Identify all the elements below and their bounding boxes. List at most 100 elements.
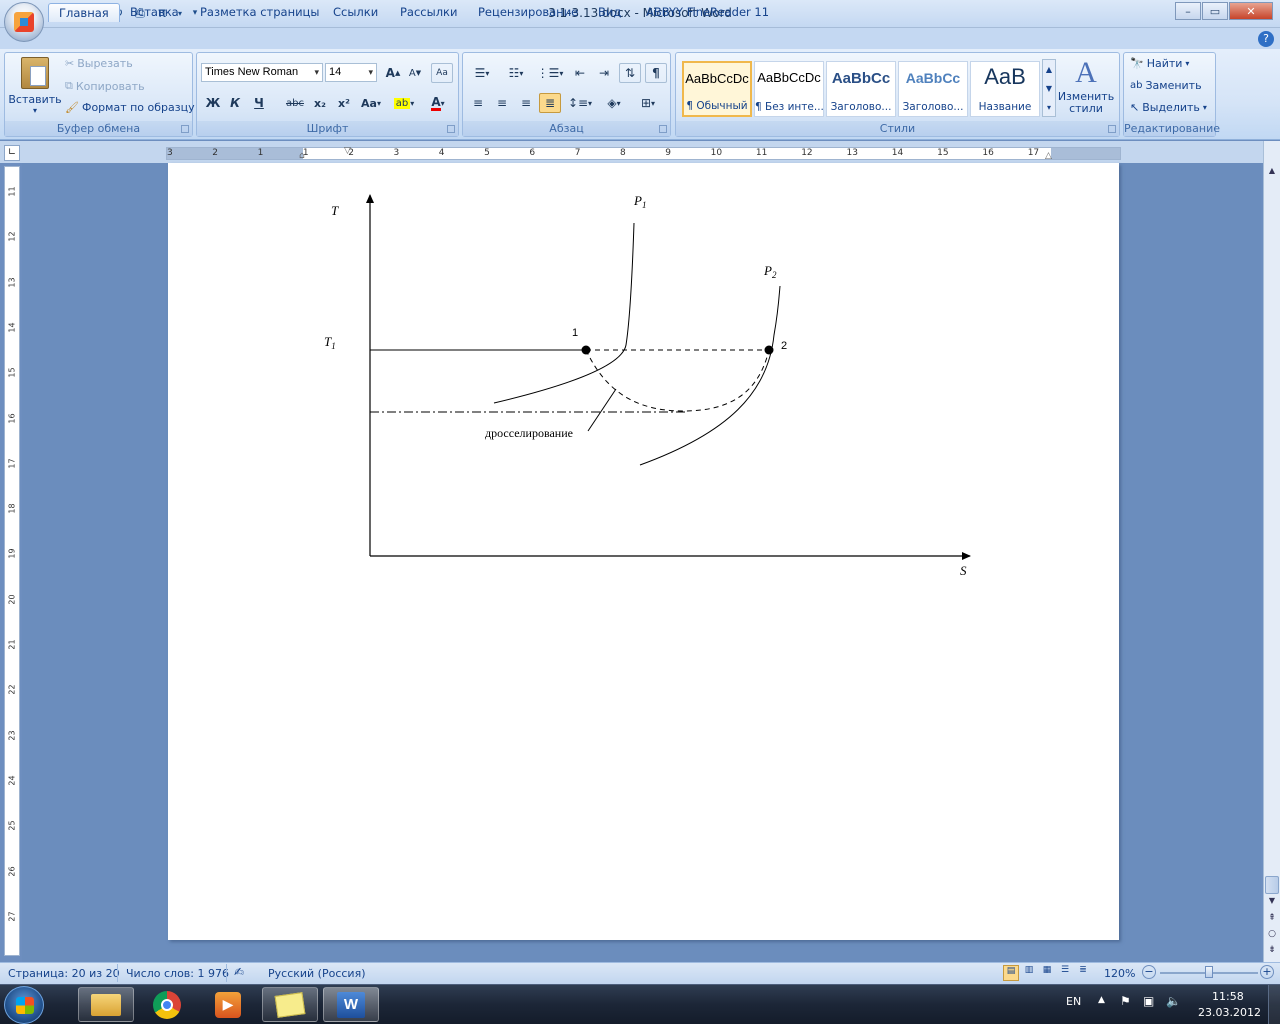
taskbar-word[interactable]: W [323, 987, 379, 1022]
underline-button[interactable]: Ч [249, 93, 269, 113]
cut-button[interactable]: ✂ Вырезать [65, 57, 133, 70]
next-page-icon[interactable]: ⇟ [1265, 945, 1279, 959]
left-indent-marker[interactable]: ⌂ [299, 151, 305, 161]
clock-date[interactable]: 23.03.2012 [1198, 1006, 1261, 1019]
subscript-button[interactable]: x₂ [309, 93, 331, 113]
styles-dialog-launcher[interactable] [1108, 125, 1116, 133]
styles-scroll[interactable]: ▲ ▼ ▾ [1042, 59, 1056, 117]
taskbar-sticky-notes[interactable] [262, 987, 318, 1022]
scroll-thumb[interactable] [1265, 876, 1279, 894]
change-styles-button[interactable]: A Изменить стили [1058, 55, 1114, 119]
show-hidden-icons[interactable]: ▲ [1098, 995, 1105, 1005]
font-dialog-launcher[interactable] [447, 125, 455, 133]
draft-icon[interactable]: ≣ [1075, 965, 1091, 981]
tab-view[interactable]: Вид [588, 3, 631, 22]
outline-icon[interactable]: ☰ [1057, 965, 1073, 981]
increase-indent-icon[interactable]: ⇥ [593, 63, 615, 83]
clock-time[interactable]: 11:58 [1212, 990, 1244, 1003]
select-button[interactable]: ↖ Выделить ▾ [1130, 101, 1207, 114]
tab-home[interactable]: Главная [48, 3, 120, 22]
tab-abbyy[interactable]: ABBYY FineReader 11 [636, 3, 779, 22]
right-indent-marker[interactable]: △ [1045, 151, 1052, 161]
print-layout-icon[interactable]: ▤ [1003, 965, 1019, 981]
grow-font-button[interactable]: A ▲ [383, 63, 403, 83]
vertical-ruler[interactable]: 11 12 13 14 15 16 17 18 19 20 21 22 23 24 25 26 27 [4, 166, 20, 956]
horizontal-ruler[interactable]: 3 2 1 1 2 3 4 5 6 7 8 9 10 11 12 13 14 15 16 17 [166, 147, 1121, 160]
scroll-up-icon[interactable]: ▲ [1265, 166, 1279, 180]
justify-icon[interactable]: ≣ [539, 93, 561, 113]
find-button[interactable]: 🔭 Найти ▾ [1130, 57, 1189, 70]
language-indicator[interactable]: EN [1066, 995, 1081, 1008]
taskbar-chrome[interactable] [139, 987, 195, 1022]
maximize-button[interactable]: ▭ [1202, 2, 1228, 20]
decrease-indent-icon[interactable]: ⇤ [569, 63, 591, 83]
style-title[interactable]: AaB Название [970, 61, 1040, 117]
word-count[interactable]: Число слов: 1 976 [126, 967, 229, 980]
tab-page-layout[interactable]: Разметка страницы [190, 3, 329, 22]
style-no-spacing[interactable]: AaBbCcDc ¶ Без инте... [754, 61, 824, 117]
bullets-icon[interactable]: ☰ ▾ [467, 63, 497, 83]
tab-mailings[interactable]: Рассылки [390, 3, 467, 22]
zoom-out-icon[interactable]: − [1142, 965, 1156, 979]
superscript-button[interactable]: x² [333, 93, 355, 113]
borders-icon[interactable]: ⊞ ▾ [633, 93, 663, 113]
replace-button[interactable]: ab Заменить [1130, 79, 1202, 92]
tab-references[interactable]: Ссылки [323, 3, 388, 22]
align-right-icon[interactable]: ≡ [515, 93, 537, 113]
format-painter-button[interactable]: 🖌 Формат по образцу [65, 101, 195, 114]
font-color-button[interactable]: A ▾ [423, 93, 453, 113]
browse-object-icon[interactable]: ○ [1265, 929, 1279, 943]
align-center-icon[interactable]: ≡ [491, 93, 513, 113]
document-page[interactable]: T S T1 P1 P2 1 2 дросселирование [168, 163, 1119, 940]
clear-format-icon[interactable]: Aa [431, 63, 453, 83]
volume-icon[interactable]: 🔈 [1166, 994, 1181, 1008]
highlight-button[interactable]: ab ▾ [389, 93, 419, 113]
show-marks-icon[interactable]: ¶ [645, 63, 667, 83]
web-layout-icon[interactable]: ▦ [1039, 965, 1055, 981]
zoom-level[interactable]: 120% [1104, 967, 1135, 980]
align-left-icon[interactable]: ≡ [467, 93, 489, 113]
full-screen-reading-icon[interactable]: ▥ [1021, 965, 1037, 981]
proofing-icon[interactable]: ✍ [234, 965, 244, 979]
style-heading-1[interactable]: AaBbCc Заголово... [826, 61, 896, 117]
taskbar-explorer[interactable] [78, 987, 134, 1022]
copy-button[interactable]: ⧉ Копировать [65, 79, 145, 93]
shrink-font-button[interactable]: A ▼ [405, 63, 425, 83]
strikethrough-button[interactable]: abc [283, 93, 307, 113]
font-size-select[interactable]: 14 [325, 63, 377, 82]
show-desktop-button[interactable] [1268, 985, 1280, 1024]
numbering-icon[interactable]: ☷ ▾ [501, 63, 531, 83]
scroll-down-icon[interactable]: ▼ [1265, 896, 1279, 910]
bold-button[interactable]: Ж [203, 93, 223, 113]
flag-icon[interactable]: ⚑ [1120, 994, 1131, 1008]
paste-button[interactable]: Вставить ▾ [8, 57, 62, 117]
style-normal[interactable]: AaBbCcDc ¶ Обычный [682, 61, 752, 117]
start-button[interactable] [4, 986, 44, 1024]
italic-button[interactable]: К [225, 93, 245, 113]
font-family-select[interactable]: Times New Roman [201, 63, 323, 82]
tab-selector-icon[interactable]: ∟ [4, 145, 20, 161]
tab-review[interactable]: Рецензирование [468, 3, 588, 22]
zoom-slider-thumb[interactable] [1205, 966, 1213, 978]
line-spacing-icon[interactable]: ↕≡ ▾ [565, 93, 595, 113]
zoom-in-icon[interactable]: + [1260, 965, 1274, 979]
language-status[interactable]: Русский (Россия) [268, 967, 366, 980]
sort-icon[interactable]: ⇅ [619, 63, 641, 83]
close-button[interactable]: ✕ [1229, 2, 1273, 20]
network-icon[interactable]: ▣ [1143, 994, 1154, 1008]
taskbar-media-player[interactable]: ▶ [200, 987, 256, 1022]
office-button[interactable] [4, 2, 44, 42]
multilevel-list-icon[interactable]: ⋮☰ ▾ [535, 63, 565, 83]
vertical-scrollbar[interactable]: ▲ ▼ ⇞ ○ ⇟ [1263, 141, 1280, 962]
prev-page-icon[interactable]: ⇞ [1265, 913, 1279, 927]
first-line-indent-marker[interactable]: ▽ [344, 146, 351, 156]
change-case-button[interactable]: Aa ▾ [357, 93, 385, 113]
minimize-button[interactable]: – [1175, 2, 1201, 20]
style-heading-2[interactable]: AaBbCc Заголово... [898, 61, 968, 117]
paragraph-dialog-launcher[interactable] [659, 125, 667, 133]
clipboard-dialog-launcher[interactable] [181, 125, 189, 133]
help-icon[interactable]: ? [1258, 31, 1274, 47]
shading-icon[interactable]: ◈ ▾ [599, 93, 629, 113]
tab-insert[interactable]: Вставка [120, 3, 189, 22]
page-counter[interactable]: Страница: 20 из 20 [8, 967, 120, 980]
